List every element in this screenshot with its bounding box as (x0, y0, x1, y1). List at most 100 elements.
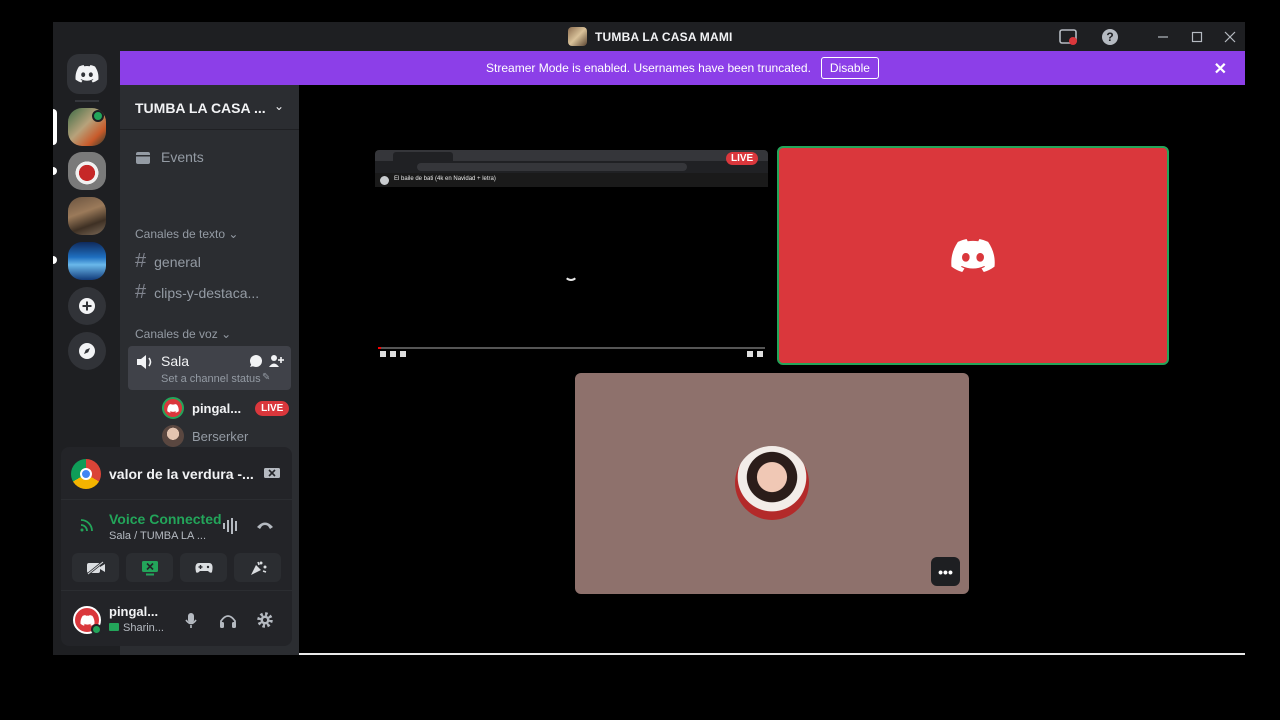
video-progress-fill (378, 347, 381, 349)
channel-label: clips-y-destaca... (154, 284, 260, 301)
loading-spinner-icon (564, 267, 578, 281)
shared-address-bar (417, 163, 687, 171)
server-among-us[interactable] (68, 152, 106, 190)
discord-home-button[interactable] (67, 54, 107, 94)
divider (61, 590, 292, 591)
server-tumba-la-casa[interactable] (68, 108, 106, 146)
compass-icon (79, 343, 95, 359)
screen-share-tile[interactable]: El baile de bati (4k en Navidad + letra)… (375, 150, 768, 360)
channel-avatar (380, 176, 389, 185)
activity-row[interactable]: valor de la verdura -... (71, 458, 281, 490)
next-icon (390, 351, 396, 357)
minimize-icon[interactable] (1152, 26, 1174, 48)
text-category[interactable]: Canales de texto ⌄ (135, 227, 238, 241)
speaker-icon (137, 355, 152, 369)
add-member-icon[interactable] (268, 354, 284, 368)
voice-location[interactable]: Sala / TUMBA LA ... (109, 530, 206, 542)
settings-icon (747, 351, 753, 357)
avatar[interactable] (73, 606, 102, 635)
more-options-icon[interactable]: ••• (931, 557, 960, 586)
help-icon[interactable]: ? (1099, 26, 1121, 48)
maximize-icon[interactable] (1186, 26, 1208, 48)
voice-category-label: Canales de voz (135, 327, 218, 341)
activity-text: valor de la verdura -... (109, 466, 254, 482)
guild-name[interactable]: TUMBA LA CASA ... (135, 100, 266, 116)
user-tile-berserker[interactable]: ••• (575, 373, 969, 594)
chrome-icon (71, 459, 101, 489)
avatar (162, 425, 184, 447)
server-blue[interactable] (68, 242, 106, 280)
discover-button[interactable] (68, 332, 106, 370)
gear-icon[interactable] (256, 611, 274, 629)
camera-button[interactable] (72, 553, 119, 582)
add-server-button[interactable] (68, 287, 106, 325)
disconnect-icon[interactable] (256, 519, 274, 531)
voice-user-row[interactable]: pingal... LIVE (162, 397, 290, 419)
signal-icon (80, 519, 93, 532)
live-badge: LIVE (255, 400, 290, 416)
video-progress-bar[interactable] (378, 347, 765, 349)
discord-logo-icon (951, 238, 995, 272)
activities-button[interactable] (180, 553, 227, 582)
video-controls (380, 351, 763, 358)
screen-share-icon (141, 560, 158, 575)
discord-logo-icon (75, 65, 99, 83)
text-category-label: Canales de texto (135, 227, 226, 241)
channel-clips[interactable]: # clips-y-destaca... (135, 281, 259, 304)
close-icon[interactable]: ✕ (1214, 59, 1227, 79)
live-badge: LIVE (726, 152, 759, 165)
voice-channel-sala[interactable]: Sala Set a channel status ✎ (128, 346, 291, 390)
play-icon (380, 351, 386, 357)
gamepad-icon (194, 562, 213, 573)
avatar (735, 446, 809, 520)
unread-pill (53, 167, 57, 175)
events-item[interactable]: Events (135, 149, 204, 165)
chat-icon[interactable] (249, 354, 263, 368)
server-voice-indicator-icon (92, 110, 104, 122)
stop-stream-icon[interactable] (263, 467, 281, 481)
shared-browser-toolbar (375, 161, 768, 173)
pencil-icon[interactable]: ✎ (262, 372, 270, 383)
panel-user-status: Sharin... (123, 622, 164, 634)
svg-text:?: ? (1106, 30, 1113, 44)
headphones-icon[interactable] (219, 613, 237, 629)
user-tile-pingal[interactable] (777, 146, 1169, 365)
banner-text: Streamer Mode is enabled. Usernames have… (486, 61, 811, 75)
voice-connected-label[interactable]: Voice Connected (109, 511, 222, 527)
events-label: Events (161, 149, 204, 165)
disable-button[interactable]: Disable (820, 57, 879, 79)
server-brown[interactable] (68, 197, 106, 235)
panel-username[interactable]: pingal... (109, 604, 158, 619)
voice-user-name: Berserker (192, 428, 249, 444)
soundboard-button[interactable] (234, 553, 281, 582)
title-bar: TUMBA LA CASA MAMI ? (53, 22, 1245, 51)
online-status-icon (91, 624, 102, 635)
shared-video-title: El baile de bati (4k en Navidad + letra) (394, 176, 496, 182)
channel-label: general (154, 253, 201, 270)
divider (61, 499, 292, 500)
chevron-down-icon: ⌄ (228, 227, 239, 241)
streaming-status-icon (109, 623, 119, 631)
plus-icon (79, 298, 95, 314)
window-title-group: TUMBA LA CASA MAMI (568, 27, 733, 46)
inbox-icon[interactable] (1057, 26, 1079, 48)
camera-off-icon (86, 560, 105, 575)
microphone-icon[interactable] (184, 612, 198, 630)
streamer-mode-banner: Streamer Mode is enabled. Usernames have… (120, 51, 1245, 85)
voice-category[interactable]: Canales de voz ⌄ (135, 327, 231, 341)
channel-status[interactable]: Set a channel status (161, 373, 261, 385)
voice-user-row[interactable]: Berserker (162, 425, 248, 447)
shared-browser-tab (393, 152, 453, 161)
screen-share-button[interactable] (126, 553, 173, 582)
voice-channel-name: Sala (161, 353, 190, 369)
close-window-icon[interactable] (1219, 26, 1241, 48)
avatar (162, 397, 184, 419)
hash-icon: # (135, 250, 147, 272)
shared-video-header: El baile de bati (4k en Navidad + letra) (375, 173, 768, 187)
user-panel: valor de la verdura -... Voice Connected… (61, 447, 292, 646)
noise-suppression-icon[interactable] (222, 518, 240, 534)
channel-general[interactable]: # general (135, 250, 201, 273)
hash-icon: # (135, 281, 147, 303)
chevron-down-icon[interactable]: ⌄ (274, 99, 284, 113)
server-icon (568, 27, 587, 46)
